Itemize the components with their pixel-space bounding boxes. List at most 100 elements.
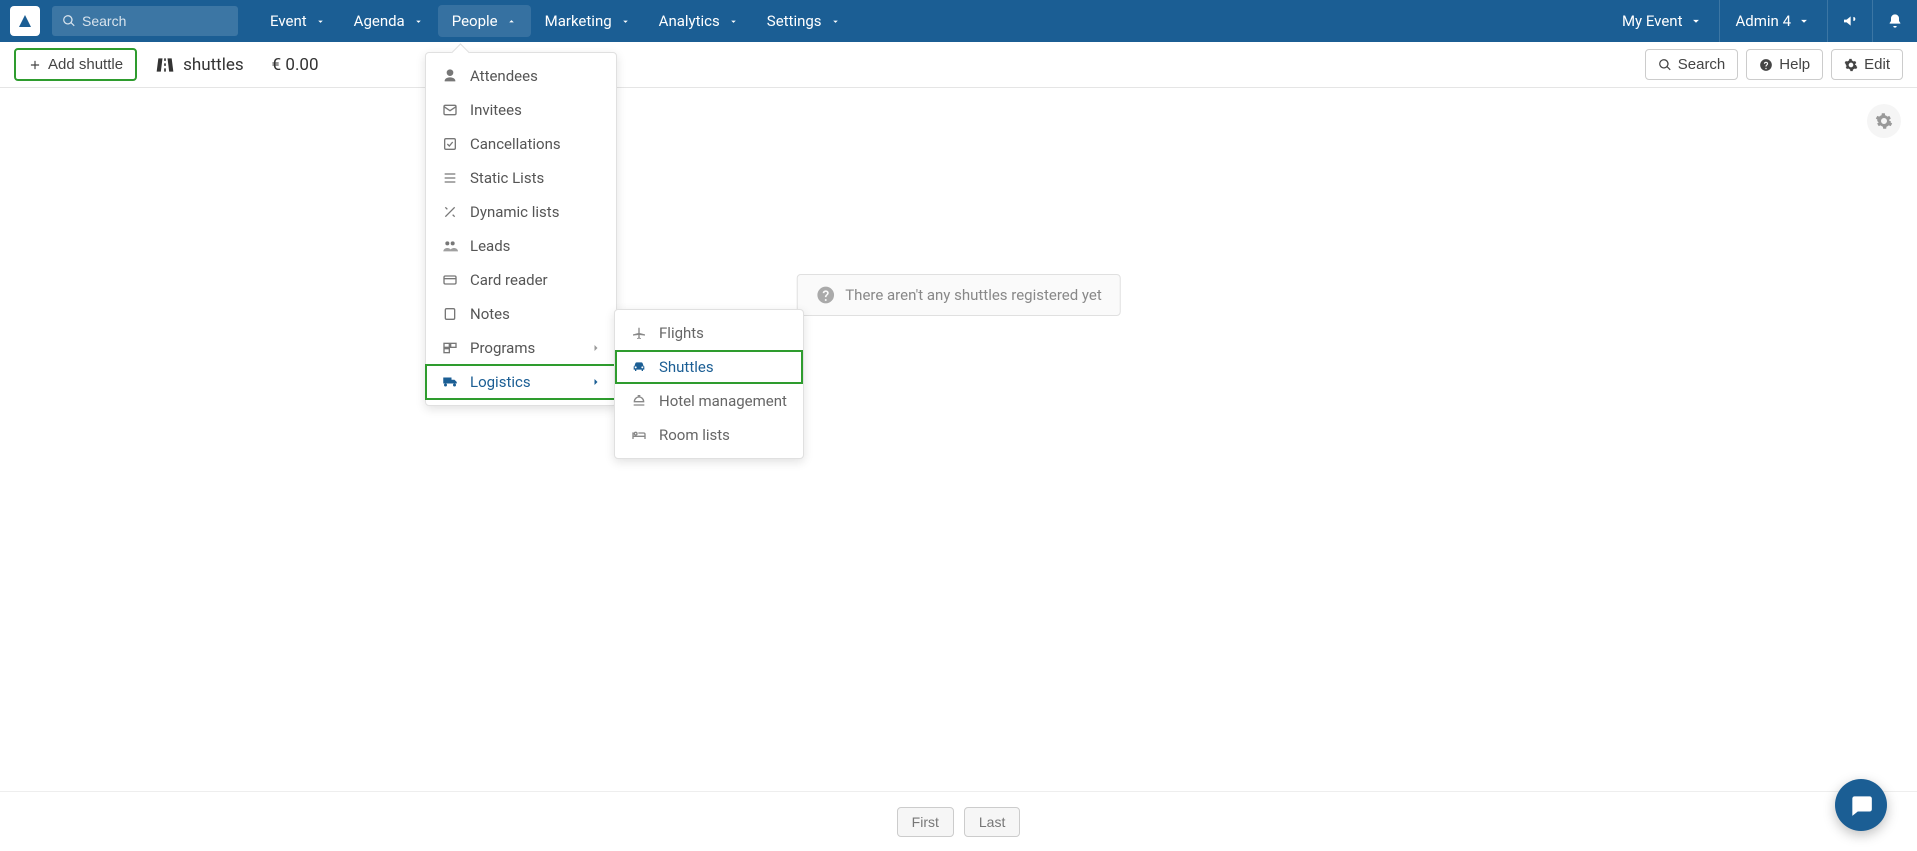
nav-label: Analytics xyxy=(659,12,720,30)
menu-label: Static Lists xyxy=(470,169,544,187)
toolbar: Add shuttle shuttles € 0.00 Search Help … xyxy=(0,42,1917,88)
menu-label: Invitees xyxy=(470,101,522,119)
event-switcher[interactable]: My Event xyxy=(1606,0,1719,42)
main-nav: Event Agenda People Marketing Analytics … xyxy=(256,0,855,42)
nav-label: Marketing xyxy=(545,12,612,30)
edit-button[interactable]: Edit xyxy=(1831,49,1903,80)
menu-invitees[interactable]: Invitees xyxy=(426,93,616,127)
bell-icon xyxy=(1887,13,1903,29)
menu-static-lists[interactable]: Static Lists xyxy=(426,161,616,195)
nav-settings[interactable]: Settings xyxy=(753,0,855,42)
pagination-first[interactable]: First xyxy=(897,807,954,837)
chevron-down-icon xyxy=(315,16,326,27)
bed-icon xyxy=(629,427,649,443)
toolbar-right: Search Help Edit xyxy=(1645,49,1903,80)
menu-cancellations[interactable]: Cancellations xyxy=(426,127,616,161)
page-title-text: shuttles xyxy=(183,55,244,75)
logistics-submenu: Flights Shuttles Hotel management Room l… xyxy=(614,309,804,459)
page-settings-button[interactable] xyxy=(1867,104,1901,138)
main-content: There aren't any shuttles registered yet xyxy=(0,88,1917,791)
submenu-shuttles[interactable]: Shuttles xyxy=(615,350,803,384)
menu-label: Leads xyxy=(470,237,510,255)
chevron-down-icon xyxy=(830,16,841,27)
cancel-icon xyxy=(440,136,460,152)
help-circle-icon xyxy=(815,285,835,305)
search-icon xyxy=(1658,58,1672,72)
menu-notes[interactable]: Notes xyxy=(426,297,616,331)
menu-label: Dynamic lists xyxy=(470,203,559,221)
global-search[interactable] xyxy=(52,6,238,36)
chevron-down-icon xyxy=(413,16,424,27)
chevron-right-icon xyxy=(590,376,602,388)
chevron-down-icon xyxy=(728,16,739,27)
nav-label: Settings xyxy=(767,12,822,30)
submenu-hotel-management[interactable]: Hotel management xyxy=(615,384,803,418)
menu-label: Programs xyxy=(470,339,535,357)
empty-state-message: There aren't any shuttles registered yet xyxy=(796,274,1121,316)
announcements-button[interactable] xyxy=(1827,0,1872,42)
menu-card-reader[interactable]: Card reader xyxy=(426,263,616,297)
card-icon xyxy=(440,272,460,288)
top-navbar: Event Agenda People Marketing Analytics … xyxy=(0,0,1917,42)
wand-icon xyxy=(440,204,460,220)
empty-state-text: There aren't any shuttles registered yet xyxy=(845,286,1102,304)
menu-label: Cancellations xyxy=(470,135,561,153)
help-button[interactable]: Help xyxy=(1746,49,1823,80)
chevron-down-icon xyxy=(1689,14,1703,28)
notifications-button[interactable] xyxy=(1872,0,1917,42)
submenu-label: Room lists xyxy=(659,426,730,444)
pagination-last[interactable]: Last xyxy=(964,807,1020,837)
nav-event[interactable]: Event xyxy=(256,0,340,42)
nav-label: People xyxy=(452,12,498,30)
submenu-label: Hotel management xyxy=(659,392,787,410)
menu-logistics[interactable]: Logistics xyxy=(426,365,616,399)
user-name: Admin 4 xyxy=(1736,12,1791,30)
total-price: € 0.00 xyxy=(272,55,319,75)
menu-attendees[interactable]: Attendees xyxy=(426,59,616,93)
plus-icon xyxy=(28,58,42,72)
menu-leads[interactable]: Leads xyxy=(426,229,616,263)
people-dropdown: Attendees Invitees Cancellations Static … xyxy=(425,52,617,406)
nav-people[interactable]: People xyxy=(438,5,531,37)
search-icon xyxy=(62,14,76,28)
programs-icon xyxy=(440,340,460,356)
car-icon xyxy=(629,359,649,375)
app-logo[interactable] xyxy=(10,6,40,36)
chat-icon xyxy=(1848,792,1874,818)
pagination-footer: First Last xyxy=(0,791,1917,851)
menu-label: Card reader xyxy=(470,271,548,289)
chevron-down-icon xyxy=(620,16,631,27)
submenu-label: Shuttles xyxy=(659,358,714,376)
nav-right: My Event Admin 4 xyxy=(1606,0,1917,42)
page-title: shuttles xyxy=(155,55,244,75)
submenu-flights[interactable]: Flights xyxy=(615,316,803,350)
menu-label: Attendees xyxy=(470,67,538,85)
note-icon xyxy=(440,306,460,322)
chat-widget-button[interactable] xyxy=(1835,779,1887,831)
chevron-right-icon xyxy=(590,342,602,354)
concierge-bell-icon xyxy=(629,393,649,409)
plane-icon xyxy=(629,325,649,341)
nav-agenda[interactable]: Agenda xyxy=(340,0,438,42)
global-search-input[interactable] xyxy=(82,13,228,29)
add-shuttle-button[interactable]: Add shuttle xyxy=(14,48,137,81)
event-name: My Event xyxy=(1622,12,1683,30)
user-menu[interactable]: Admin 4 xyxy=(1719,0,1827,42)
button-label: Search xyxy=(1678,56,1726,73)
menu-dynamic-lists[interactable]: Dynamic lists xyxy=(426,195,616,229)
submenu-label: Flights xyxy=(659,324,704,342)
group-icon xyxy=(440,238,460,254)
gear-icon xyxy=(1844,58,1858,72)
person-icon xyxy=(440,68,460,84)
chevron-down-icon xyxy=(1797,14,1811,28)
search-button[interactable]: Search xyxy=(1645,49,1739,80)
list-icon xyxy=(440,170,460,186)
nav-label: Agenda xyxy=(354,12,405,30)
mail-icon xyxy=(440,102,460,118)
nav-marketing[interactable]: Marketing xyxy=(531,0,645,42)
gear-icon xyxy=(1875,112,1893,130)
chevron-up-icon xyxy=(506,16,517,27)
menu-programs[interactable]: Programs xyxy=(426,331,616,365)
submenu-room-lists[interactable]: Room lists xyxy=(615,418,803,452)
nav-analytics[interactable]: Analytics xyxy=(645,0,753,42)
